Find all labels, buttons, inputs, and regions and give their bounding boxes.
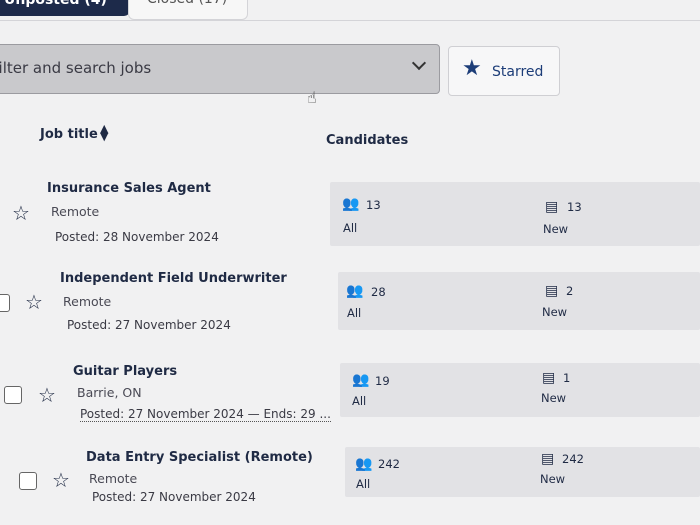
divider bbox=[0, 20, 700, 21]
job-location: Remote bbox=[89, 471, 138, 486]
people-icon: 👥 bbox=[346, 283, 364, 299]
people-icon: 👥 bbox=[355, 456, 373, 472]
new-applications-icon: ▤ bbox=[541, 451, 555, 467]
new-applications-icon: ▤ bbox=[545, 199, 559, 215]
new-candidates-label[interactable]: New bbox=[541, 391, 566, 405]
new-candidates-label[interactable]: New bbox=[540, 472, 565, 486]
new-candidates-count[interactable]: 1 bbox=[563, 371, 570, 385]
all-candidates-count[interactable]: 242 bbox=[378, 457, 400, 471]
all-candidates-label[interactable]: All bbox=[343, 221, 357, 235]
new-applications-icon: ▤ bbox=[545, 283, 559, 299]
star-icon[interactable]: ☆ bbox=[12, 203, 30, 223]
star-icon[interactable]: ☆ bbox=[38, 385, 56, 405]
row-checkbox[interactable] bbox=[0, 294, 10, 312]
candidates-panel bbox=[338, 272, 700, 330]
candidates-panel bbox=[340, 363, 700, 417]
all-candidates-label[interactable]: All bbox=[356, 477, 370, 491]
all-candidates-label[interactable]: All bbox=[347, 306, 361, 320]
job-title-link[interactable]: Data Entry Specialist (Remote) bbox=[86, 450, 313, 465]
row-checkbox[interactable] bbox=[19, 472, 37, 490]
all-candidates-count[interactable]: 19 bbox=[375, 374, 390, 388]
new-candidates-count[interactable]: 242 bbox=[562, 452, 584, 466]
candidates-panel bbox=[330, 182, 700, 246]
star-filled-icon: ★ bbox=[462, 56, 482, 81]
job-title-link[interactable]: Insurance Sales Agent bbox=[47, 181, 211, 196]
people-icon: 👥 bbox=[342, 196, 360, 212]
all-candidates-count[interactable]: 13 bbox=[366, 198, 381, 212]
job-posted-date: Posted: 27 November 2024 bbox=[67, 318, 231, 332]
new-candidates-label[interactable]: New bbox=[542, 305, 567, 319]
all-candidates-label[interactable]: All bbox=[352, 394, 366, 408]
sort-icon[interactable]: ▲ ▼ bbox=[100, 123, 108, 142]
job-title-header[interactable]: Job title bbox=[40, 127, 98, 142]
filter-placeholder: Filter and search jobs bbox=[0, 59, 152, 77]
all-candidates-count[interactable]: 28 bbox=[371, 285, 386, 299]
candidates-header: Candidates bbox=[326, 133, 409, 148]
new-candidates-label[interactable]: New bbox=[543, 222, 568, 236]
starred-label: Starred bbox=[492, 64, 544, 80]
people-icon: 👥 bbox=[352, 372, 370, 388]
tab-unposted[interactable]: Unposted (4) bbox=[0, 0, 130, 16]
mouse-pointer-icon: ☝ bbox=[307, 88, 317, 107]
job-title-link[interactable]: Independent Field Underwriter bbox=[60, 271, 287, 286]
job-posted-date: Posted: 28 November 2024 bbox=[55, 230, 219, 244]
new-applications-icon: ▤ bbox=[542, 370, 556, 386]
job-title-link[interactable]: Guitar Players bbox=[73, 364, 177, 379]
job-filter-select[interactable]: Filter and search jobs bbox=[0, 44, 440, 94]
job-location: Remote bbox=[51, 204, 100, 219]
job-location: Remote bbox=[63, 294, 112, 309]
candidates-panel bbox=[345, 447, 700, 497]
job-location: Barrie, ON bbox=[77, 385, 142, 400]
new-candidates-count[interactable]: 2 bbox=[566, 284, 573, 298]
star-icon[interactable]: ☆ bbox=[25, 292, 43, 312]
row-checkbox[interactable] bbox=[4, 386, 22, 404]
tab-closed[interactable]: Closed (17) bbox=[128, 0, 248, 20]
job-posted-date: Posted: 27 November 2024 bbox=[92, 490, 256, 504]
star-icon[interactable]: ☆ bbox=[52, 470, 70, 490]
job-posted-date: Posted: 27 November 2024 — Ends: 29 ... bbox=[80, 407, 331, 422]
new-candidates-count[interactable]: 13 bbox=[567, 200, 582, 214]
